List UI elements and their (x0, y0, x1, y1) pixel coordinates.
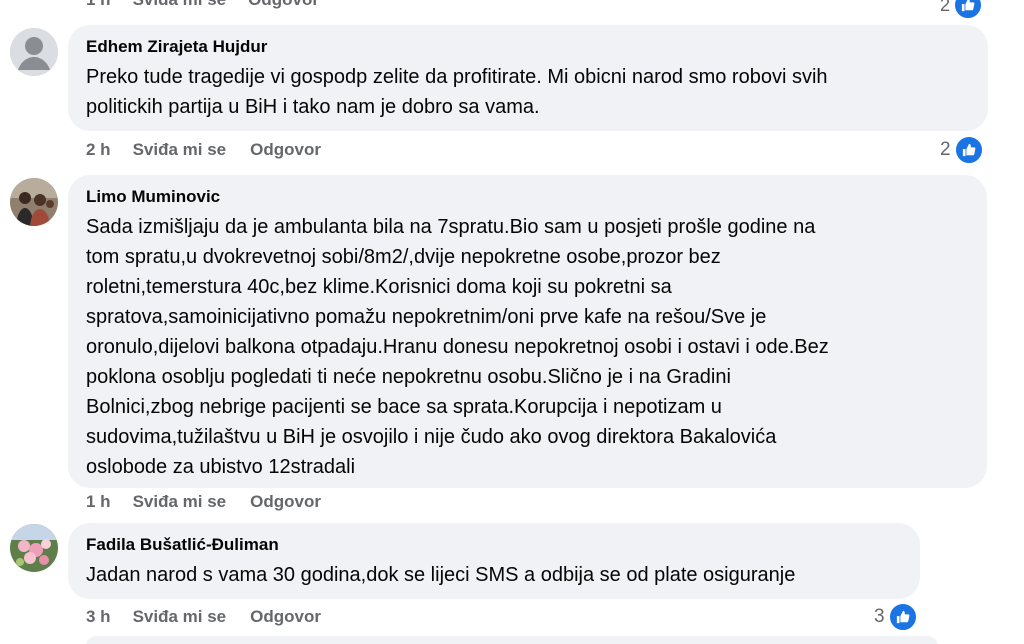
comment-text: Sada izmišljaju da je ambulanta bila na … (86, 216, 829, 478)
comment-author[interactable]: Fadila Bušatlić-Đuliman (86, 534, 902, 556)
like-button[interactable]: Sviđa mi se (133, 490, 227, 514)
default-profile-icon (10, 28, 58, 76)
avatar[interactable] (10, 28, 58, 76)
like-button[interactable]: Sviđa mi se (133, 605, 227, 629)
comment-actions: 3 h Sviđa mi se Odgovor (86, 605, 321, 629)
group-photo-avatar (10, 178, 58, 226)
like-reaction-icon (953, 0, 984, 20)
like-button[interactable]: Sviđa mi se (133, 0, 227, 9)
next-comment-bubble (86, 636, 938, 644)
reaction-count: 2 (940, 0, 951, 15)
comment-bubble: Edhem Zirajeta Hujdur Preko tude tragedi… (68, 25, 988, 131)
comment-author[interactable]: Edhem Zirajeta Hujdur (86, 36, 970, 58)
reaction-count: 2 (940, 139, 951, 160)
comment-actions: 1 h Sviđa mi se Odgovor (86, 490, 321, 514)
comment-author[interactable]: Limo Muminovic (86, 186, 969, 208)
avatar[interactable] (10, 524, 58, 572)
reply-button[interactable]: Odgovor (248, 0, 319, 9)
comment-time[interactable]: 1 h (86, 0, 111, 9)
like-reaction-icon (887, 602, 918, 632)
reply-button[interactable]: Odgovor (250, 490, 321, 514)
reaction-summary[interactable]: 2 (940, 135, 984, 165)
flowers-photo-avatar (10, 524, 58, 572)
comment-time[interactable]: 2 h (86, 138, 111, 162)
like-button[interactable]: Sviđa mi se (133, 138, 227, 162)
reaction-summary[interactable]: 2 (940, 0, 984, 20)
comment-bubble: Limo Muminovic Sada izmišljaju da je amb… (68, 175, 987, 488)
comment-time[interactable]: 3 h (86, 605, 111, 629)
reaction-count: 3 (874, 606, 885, 627)
reaction-summary[interactable]: 3 (874, 602, 918, 632)
comment-time[interactable]: 1 h (86, 490, 111, 514)
avatar[interactable] (10, 178, 58, 226)
like-reaction-icon (953, 135, 984, 165)
comment-text: Jadan narod s vama 30 godina,dok se lije… (86, 564, 796, 586)
reply-button[interactable]: Odgovor (250, 138, 321, 162)
reply-button[interactable]: Odgovor (250, 605, 321, 629)
previous-comment-actions: 1 h Sviđa mi se Odgovor (86, 0, 341, 10)
comment-text: Preko tude tragedije vi gospodp zelite d… (86, 66, 828, 118)
comments-section: 1 h Sviđa mi se Odgovor 2 Edhem Zirajeta H… (0, 0, 1024, 644)
comment-bubble: Fadila Bušatlić-Đuliman Jadan narod s va… (68, 523, 920, 599)
comment-actions: 2 h Sviđa mi se Odgovor (86, 138, 321, 162)
